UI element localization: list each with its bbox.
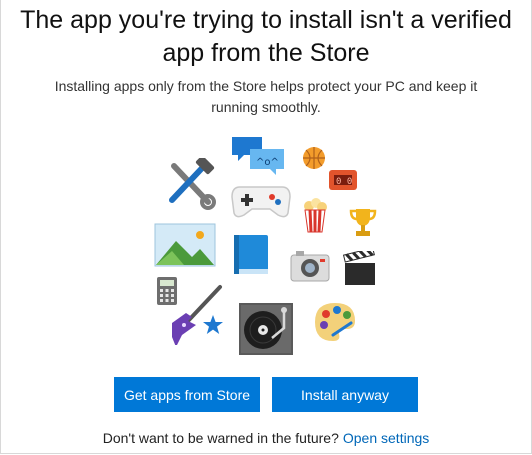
scoreboard-icon: 0 0 (329, 170, 357, 190)
get-apps-from-store-button[interactable]: Get apps from Store (114, 377, 260, 412)
photo-icon (154, 223, 216, 267)
basketball-icon (303, 147, 325, 169)
app-icons-illustration: ^o^ 0 0 (0, 0, 532, 455)
svg-text:0 0: 0 0 (336, 177, 352, 187)
tools-icon (169, 158, 216, 210)
footer: Don't want to be warned in the future? Op… (0, 430, 532, 446)
star-icon (203, 315, 223, 334)
footer-text: Don't want to be warned in the future? (102, 430, 339, 446)
popcorn-icon (304, 198, 327, 233)
book-icon (234, 235, 268, 274)
chat-icon: ^o^ (232, 137, 284, 175)
turntable-icon (239, 303, 293, 355)
svg-text:^o^: ^o^ (256, 157, 279, 168)
install-anyway-button[interactable]: Install anyway (272, 377, 418, 412)
palette-icon (315, 303, 355, 341)
clapperboard-icon (343, 251, 375, 285)
trophy-icon (349, 209, 377, 236)
camera-icon (290, 251, 330, 282)
open-settings-link[interactable]: Open settings (343, 430, 429, 446)
gamepad-icon (231, 186, 291, 218)
